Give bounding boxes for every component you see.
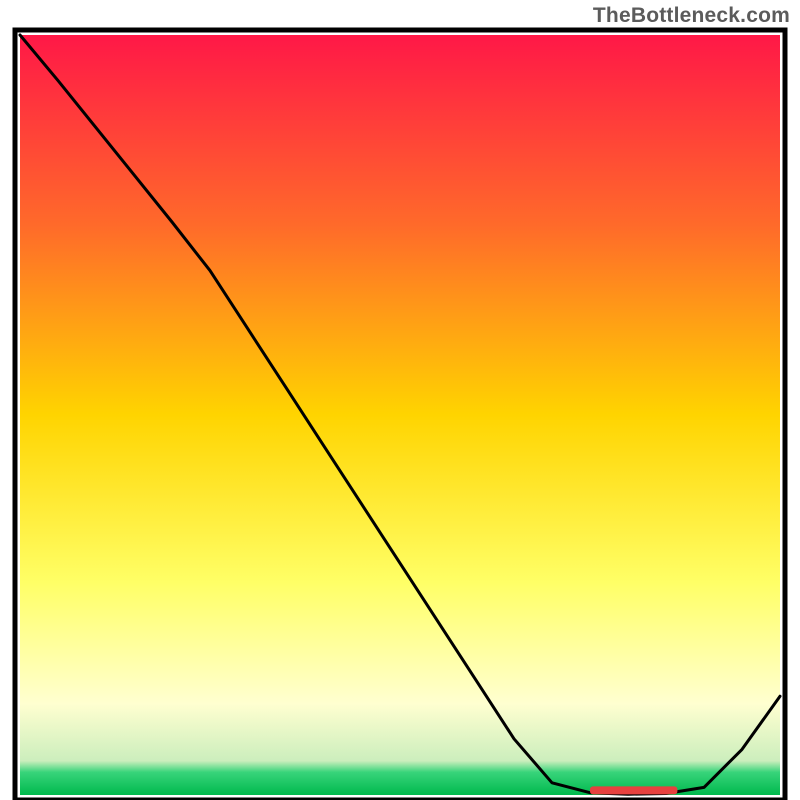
- plot-background: [20, 35, 780, 795]
- optimal-marker: [590, 786, 677, 794]
- bottleneck-chart: [0, 0, 800, 800]
- chart-root: TheBottleneck.com: [0, 0, 800, 800]
